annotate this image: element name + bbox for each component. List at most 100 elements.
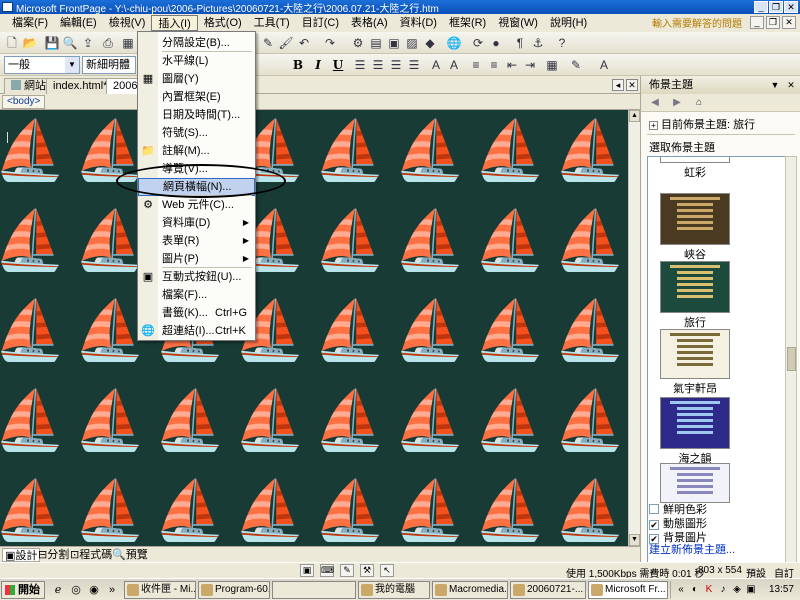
expand-icon[interactable]: +: [649, 121, 658, 130]
undo-icon[interactable]: ↶: [296, 35, 312, 51]
menu-tools[interactable]: 工具(T): [248, 15, 296, 31]
firefox-icon[interactable]: ◉: [86, 582, 102, 598]
tab-close-icon[interactable]: ✕: [626, 79, 638, 91]
tab-design[interactable]: ▣設計: [2, 548, 41, 562]
insert-menu-item[interactable]: 水平線(L): [138, 52, 255, 70]
insert-layer-icon[interactable]: ▣: [386, 35, 402, 51]
insert-menu-item[interactable]: ▣ 互動式按鈕(U)...: [138, 268, 255, 286]
format-painter-icon[interactable]: ✎: [260, 35, 276, 51]
theme-option[interactable]: [660, 463, 730, 504]
increase-indent-icon[interactable]: ⇥: [522, 57, 538, 73]
doc-close-button[interactable]: ✕: [782, 16, 796, 29]
show-all-icon[interactable]: ¶: [512, 35, 528, 51]
justify-icon[interactable]: ☰: [406, 57, 422, 73]
insert-menu-item[interactable]: 資料庫(D) ▶: [138, 214, 255, 232]
menu-data[interactable]: 資料(D): [394, 15, 443, 31]
redo-icon[interactable]: ↷: [322, 35, 338, 51]
help-icon[interactable]: ?: [554, 35, 570, 51]
highlight-icon[interactable]: ✎: [568, 57, 584, 73]
new-page-icon[interactable]: 🗋: [4, 35, 20, 51]
arrow-icon[interactable]: «: [675, 584, 687, 596]
menu-edit[interactable]: 編輯(E): [54, 15, 103, 31]
borders-icon[interactable]: ▦: [544, 57, 560, 73]
network-icon[interactable]: ◐: [689, 584, 701, 596]
insert-menu-item[interactable]: 分隔設定(B)...: [138, 34, 255, 52]
menu-window[interactable]: 視窗(W): [492, 15, 544, 31]
antivirus-icon[interactable]: K: [703, 584, 715, 596]
search-icon[interactable]: 🔍: [62, 35, 78, 51]
menu-insert[interactable]: 插入(I): [151, 15, 198, 31]
html-icon[interactable]: ▣: [300, 564, 314, 577]
keyboard-icon[interactable]: ⌨: [320, 564, 334, 577]
menu-view[interactable]: 檢視(V): [103, 15, 152, 31]
font-color-icon[interactable]: A: [596, 57, 612, 73]
tab-code[interactable]: ⊡程式碼: [68, 548, 114, 562]
scroll-thumb[interactable]: [787, 347, 796, 371]
insert-table-icon[interactable]: ▤: [368, 35, 384, 51]
cursor-icon[interactable]: ↖: [380, 564, 394, 577]
taskbar-program[interactable]: Program-60...: [198, 581, 270, 599]
menu-frames[interactable]: 框架(R): [443, 15, 492, 31]
menu-help[interactable]: 說明(H): [544, 15, 593, 31]
bold-button[interactable]: B: [290, 57, 306, 73]
tools-icon[interactable]: ⚒: [360, 564, 374, 577]
web-component-icon[interactable]: ⚙: [350, 35, 366, 51]
ask-question-box[interactable]: 輸入需要解答的問題: [652, 15, 742, 30]
taskbar-folder[interactable]: 20060721-...: [510, 581, 586, 599]
theme-option[interactable]: 虹彩: [660, 157, 730, 180]
minimize-button[interactable]: _: [754, 1, 768, 13]
insert-menu-item[interactable]: ▦ 圖層(Y): [138, 70, 255, 88]
insert-menu-item[interactable]: ⚙ Web 元件(C)...: [138, 196, 255, 214]
taskbar-inbox[interactable]: 收件匣 - Mi...: [124, 581, 196, 599]
preview-icon[interactable]: ▦: [120, 35, 136, 51]
hyperlink-icon[interactable]: 🌐: [446, 35, 462, 51]
align-left-icon[interactable]: ☰: [352, 57, 368, 73]
more-icon[interactable]: »: [104, 582, 120, 598]
insert-menu-item[interactable]: 🌐 超連結(I)... Ctrl+K: [138, 322, 255, 340]
insert-menu-item[interactable]: 符號(S)...: [138, 124, 255, 142]
outlook-icon[interactable]: ◎: [68, 582, 84, 598]
align-right-icon[interactable]: ☰: [388, 57, 404, 73]
scroll-down-icon[interactable]: ▼: [629, 534, 640, 546]
forward-icon[interactable]: ▶: [669, 96, 685, 110]
taskbar-macromedia[interactable]: Macromedia...: [432, 581, 508, 599]
create-theme-link[interactable]: 建立新佈景主題...: [649, 541, 735, 557]
open-icon[interactable]: 📂: [22, 35, 38, 51]
theme-option[interactable]: 氣宇軒昂: [660, 329, 730, 396]
insert-menu-item[interactable]: 圖片(P) ▶: [138, 250, 255, 268]
menu-file[interactable]: 檔案(F): [6, 15, 54, 31]
editor-scrollbar[interactable]: ▲ ▼: [628, 110, 640, 546]
insert-menu-item[interactable]: 書籤(K)... Ctrl+G: [138, 304, 255, 322]
tab-preview[interactable]: 🔍預覽: [110, 548, 150, 562]
start-button[interactable]: 開始: [1, 581, 45, 599]
insert-menu-item[interactable]: 檔案(F)...: [138, 286, 255, 304]
theme-option[interactable]: 旅行: [660, 261, 730, 330]
tab-scroll-icon[interactable]: ◂: [612, 79, 624, 91]
close-button[interactable]: ✕: [784, 1, 798, 13]
print-icon[interactable]: ⎙: [100, 35, 116, 51]
align-center-icon[interactable]: ☰: [370, 57, 386, 73]
doc-minimize-button[interactable]: _: [750, 16, 764, 29]
theme-option[interactable]: 海之韻: [660, 397, 730, 466]
insert-menu-item[interactable]: 📁 註解(M)...: [138, 142, 255, 160]
shrink-font-icon[interactable]: A: [446, 57, 462, 73]
volume-icon[interactable]: ♪: [717, 584, 729, 596]
edit-icon[interactable]: ✎: [340, 564, 354, 577]
font-select[interactable]: 新細明體: [82, 56, 136, 74]
insert-menu-item[interactable]: 內置框架(E): [138, 88, 255, 106]
bulleted-list-icon[interactable]: ≡: [486, 57, 502, 73]
theme-option[interactable]: 峽谷: [660, 193, 730, 262]
grow-font-icon[interactable]: A: [428, 57, 444, 73]
stop-icon[interactable]: ●: [488, 35, 504, 51]
update-icon[interactable]: ▣: [745, 584, 757, 596]
insert-picture-icon[interactable]: ▨: [404, 35, 420, 51]
brush-icon[interactable]: 🖌: [278, 35, 294, 51]
tab-split[interactable]: ⊟分割: [36, 548, 71, 562]
ie-icon[interactable]: ℯ: [50, 582, 66, 598]
decrease-indent-icon[interactable]: ⇤: [504, 57, 520, 73]
scroll-up-icon[interactable]: ▲: [629, 110, 640, 122]
save-icon[interactable]: 💾: [44, 35, 60, 51]
taskbar-frontpage[interactable]: Microsoft Fr...: [588, 581, 668, 599]
refresh-icon[interactable]: ⟳: [470, 35, 486, 51]
chevron-down-icon[interactable]: ▼: [769, 79, 781, 91]
